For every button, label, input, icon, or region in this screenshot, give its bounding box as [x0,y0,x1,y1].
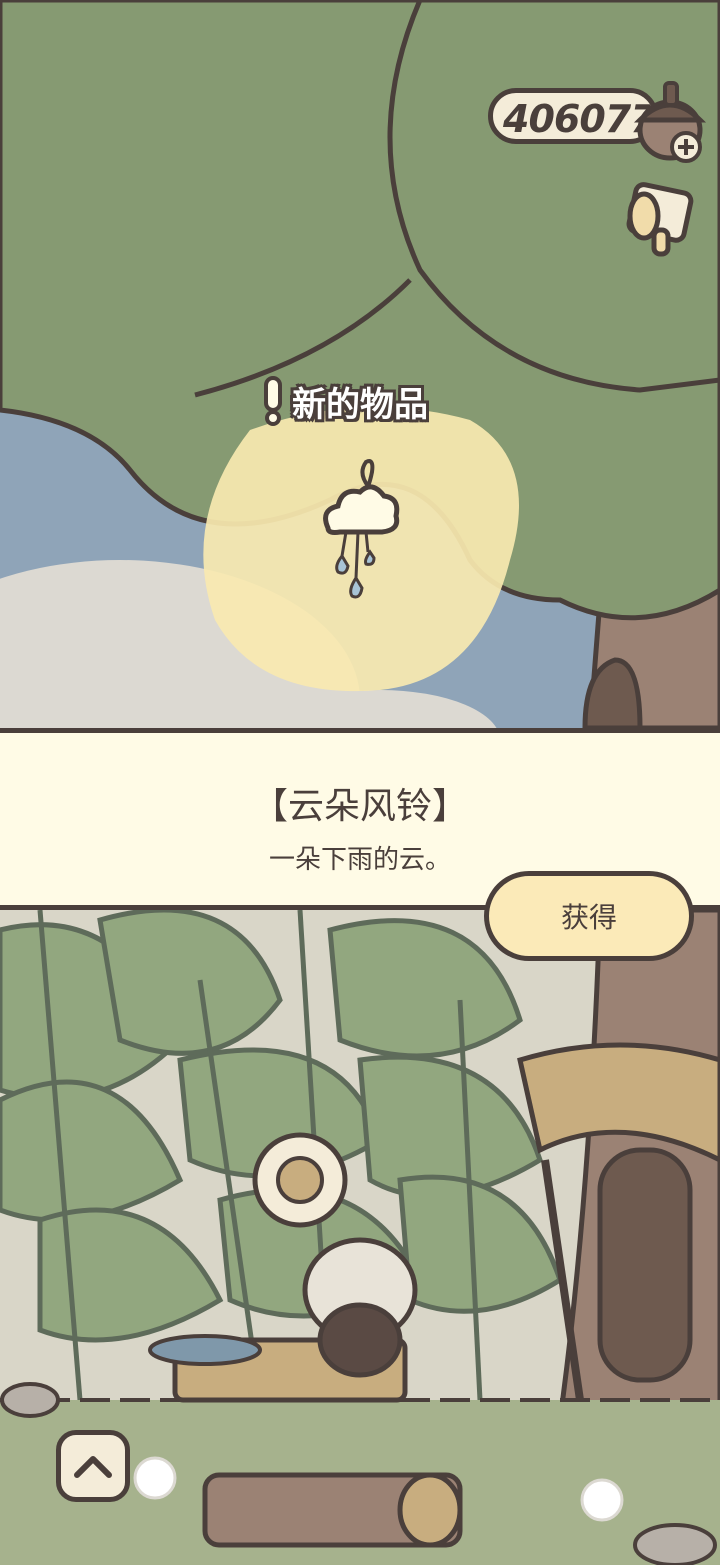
acorn-plus-button[interactable] [630,75,710,165]
exclamation-icon [264,376,282,426]
chevron-up-icon [74,1456,112,1478]
acorn-plus-icon [633,81,707,163]
new-item-label: 新的物品 [262,376,428,426]
new-item-text: 新的物品 [292,384,428,425]
get-button[interactable]: 获得 [484,871,694,961]
scroll-icon [626,182,694,257]
item-title: 【云朵风铃】 [251,786,468,827]
expand-up-button[interactable] [56,1430,130,1502]
scroll-button[interactable] [618,176,698,260]
cloud-wind-chime-icon [323,459,400,599]
